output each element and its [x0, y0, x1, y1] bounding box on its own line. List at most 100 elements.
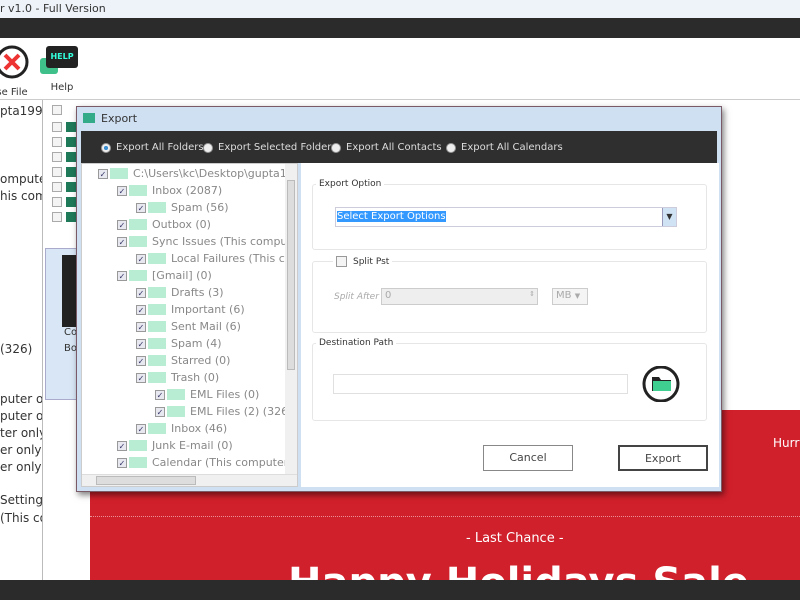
- folder-text[interactable]: puter onl: [0, 392, 42, 406]
- tree-node[interactable]: ✓ Drafts (3): [136, 286, 224, 299]
- tree-checkbox[interactable]: ✓: [136, 372, 146, 383]
- tree-checkbox[interactable]: ✓: [136, 423, 146, 434]
- folder-text[interactable]: omputer: [0, 172, 42, 186]
- split-checkbox[interactable]: Split Pst: [333, 256, 393, 267]
- tree-node[interactable]: ✓ Spam (56): [136, 201, 229, 214]
- row-checkbox[interactable]: [52, 212, 62, 222]
- stepper-arrows-icon[interactable]: ⇕: [529, 290, 535, 298]
- radio-icon: [101, 142, 111, 153]
- tree-node[interactable]: ✓ Local Failures (This computer only): [136, 252, 297, 265]
- tree-checkbox[interactable]: ✓: [98, 168, 108, 179]
- tree-vertical-scrollbar[interactable]: [285, 164, 297, 474]
- tree-node[interactable]: ✓ Trash (0): [136, 371, 219, 384]
- export-button[interactable]: Export: [618, 445, 708, 471]
- tree-checkbox[interactable]: ✓: [136, 253, 146, 264]
- tree-checkbox[interactable]: ✓: [117, 236, 127, 247]
- folder-text[interactable]: (326): [0, 342, 32, 356]
- radio-export-all-contacts[interactable]: Export All Contacts: [331, 142, 442, 153]
- help-label: Help: [50, 82, 74, 93]
- radio-export-all-calendars[interactable]: Export All Calendars: [446, 142, 563, 153]
- radio-icon: [331, 142, 341, 153]
- mail-icon: [66, 182, 76, 192]
- radio-label: Export All Contacts: [346, 142, 442, 153]
- tree-node-label: Outbox (0): [152, 218, 211, 231]
- help-button[interactable]: HELP Help: [40, 44, 84, 93]
- split-label: Split Pst: [353, 256, 390, 267]
- folder-text[interactable]: ter only): [0, 426, 42, 440]
- tree-node[interactable]: ✓ Important (6): [136, 303, 245, 316]
- row-checkbox[interactable]: [52, 167, 62, 177]
- last-chance-text: - Last Chance -: [466, 531, 564, 546]
- window-title-bar: r v1.0 - Full Version: [0, 0, 800, 18]
- cancel-button[interactable]: Cancel: [483, 445, 573, 471]
- destination-path-input[interactable]: [333, 374, 628, 394]
- folder-text[interactable]: pta1991: [0, 104, 42, 118]
- folder-text[interactable]: (This co: [0, 511, 42, 525]
- app-icon: [83, 113, 95, 123]
- tree-node[interactable]: ✓ [Gmail] (0): [117, 269, 212, 282]
- folder-text[interactable]: Settings: [0, 493, 42, 507]
- tree-checkbox[interactable]: ✓: [117, 457, 127, 468]
- row-checkbox[interactable]: [52, 137, 62, 147]
- row-checkbox[interactable]: [52, 152, 62, 162]
- tree-checkbox[interactable]: ✓: [117, 219, 127, 230]
- tree-node[interactable]: ✓ Starred (0): [136, 354, 230, 367]
- folder-text[interactable]: er only) (: [0, 460, 42, 474]
- folder-icon: [167, 389, 185, 400]
- folder-text[interactable]: er only) (: [0, 443, 42, 457]
- tree-node[interactable]: ✓ Sync Issues (This computer only): [117, 235, 297, 248]
- tree-node-label: EML Files (0): [190, 388, 260, 401]
- menu-band: [0, 18, 800, 38]
- folder-icon: [167, 406, 185, 417]
- export-option-select[interactable]: Select Export Options ▼: [335, 207, 677, 227]
- tree-node[interactable]: ✓ C:\Users\kc\Desktop\gupta1991: [98, 167, 297, 180]
- browse-folder-button[interactable]: [642, 366, 682, 402]
- tree-checkbox[interactable]: ✓: [136, 321, 146, 332]
- row-checkbox[interactable]: [52, 105, 62, 115]
- tree-checkbox[interactable]: ✓: [155, 406, 165, 417]
- split-size-stepper[interactable]: 0 ⇕: [381, 288, 538, 305]
- tree-node[interactable]: ✓ Spam (4): [136, 337, 222, 350]
- tree-checkbox[interactable]: ✓: [155, 389, 165, 400]
- radio-export-selected-folders[interactable]: Export Selected Folders: [203, 142, 337, 153]
- tree-node-label: Sent Mail (6): [171, 320, 241, 333]
- close-file-button[interactable]: se File: [0, 44, 38, 98]
- folder-icon: [148, 304, 166, 315]
- help-icon: HELP: [40, 44, 80, 80]
- folder-text[interactable]: his com: [0, 189, 42, 203]
- destination-label: Destination Path: [316, 338, 397, 348]
- help-badge: HELP: [46, 46, 78, 68]
- tree-node[interactable]: ✓ Calendar (This computer only): [117, 456, 297, 469]
- tree-node[interactable]: ✓ EML Files (2) (326): [155, 405, 292, 418]
- radio-export-all-folders[interactable]: Export All Folders: [101, 142, 204, 153]
- headline-text: Happy Holidays Sale: [288, 560, 749, 580]
- export-option-group: Export Option Select Export Options ▼: [312, 179, 707, 250]
- split-unit-select[interactable]: MB ▼: [552, 288, 588, 305]
- row-checkbox[interactable]: [52, 122, 62, 132]
- folder-icon: [148, 287, 166, 298]
- tree-checkbox[interactable]: ✓: [136, 202, 146, 213]
- tree-node[interactable]: ✓ Inbox (46): [136, 422, 227, 435]
- folder-text[interactable]: puter onl: [0, 409, 42, 423]
- tree-checkbox[interactable]: ✓: [117, 440, 127, 451]
- tree-node[interactable]: ✓ EML Files (0): [155, 388, 259, 401]
- export-dialog: Export Export All Folders Export Selecte…: [76, 106, 722, 492]
- tree-checkbox[interactable]: ✓: [117, 185, 127, 196]
- tree-checkbox[interactable]: ✓: [136, 355, 146, 366]
- tree-checkbox[interactable]: ✓: [136, 287, 146, 298]
- folder-icon: [148, 321, 166, 332]
- tree-checkbox[interactable]: ✓: [136, 338, 146, 349]
- chevron-down-icon[interactable]: ▼: [662, 208, 676, 226]
- tree-node[interactable]: ✓ Junk E-mail (0): [117, 439, 233, 452]
- row-checkbox[interactable]: [52, 182, 62, 192]
- toolbar: se File HELP Help: [0, 38, 800, 100]
- tree-checkbox[interactable]: ✓: [117, 270, 127, 281]
- row-checkbox[interactable]: [52, 197, 62, 207]
- tree-node[interactable]: ✓ Sent Mail (6): [136, 320, 241, 333]
- folder-icon: [129, 270, 147, 281]
- tree-node[interactable]: ✓ Outbox (0): [117, 218, 211, 231]
- folder-tree: ✓ C:\Users\kc\Desktop\gupta1991 ✓ Inbox (20…: [81, 163, 298, 487]
- tree-node[interactable]: ✓ Inbox (2087): [117, 184, 222, 197]
- tree-checkbox[interactable]: ✓: [136, 304, 146, 315]
- tree-horizontal-scrollbar[interactable]: [82, 474, 297, 486]
